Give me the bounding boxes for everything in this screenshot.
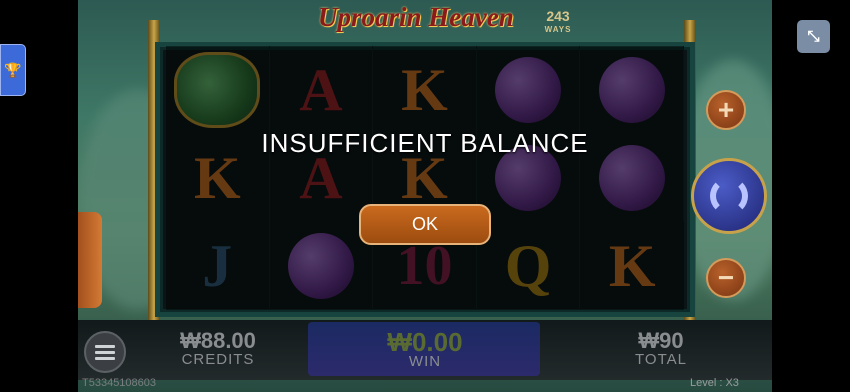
credits-label: CREDITS — [181, 351, 255, 368]
left-expand-tab[interactable] — [78, 212, 102, 308]
credits-value: ₩88.00 — [180, 328, 256, 353]
win-display: ₩0.00 WIN — [365, 327, 485, 370]
credits-display: ₩88.00 CREDITS — [168, 330, 268, 368]
menu-icon — [95, 344, 115, 348]
right-letterbox — [772, 0, 850, 392]
ways-badge: 243 WAYS — [538, 8, 578, 36]
ways-value: 243 — [546, 8, 570, 24]
insufficient-balance-message: INSUFFICIENT BALANCE — [261, 128, 589, 158]
total-display: ₩90 TOTAL — [618, 330, 704, 368]
dialog-dim-overlay — [166, 46, 684, 310]
collapse-icon[interactable]: ⤡ — [797, 20, 830, 53]
level-indicator: Level : X3 — [690, 377, 739, 389]
win-label: WIN — [408, 353, 442, 370]
spin-button[interactable] — [691, 158, 767, 234]
win-value: ₩0.00 — [387, 327, 463, 357]
menu-button[interactable] — [84, 331, 126, 373]
spin-icon — [710, 177, 748, 215]
bet-increase-button[interactable]: + — [706, 90, 746, 130]
menu-icon-line — [95, 350, 115, 354]
trophy-icon[interactable]: 🏆 — [0, 44, 26, 96]
session-id: T53345108603 — [82, 377, 157, 389]
total-label: TOTAL — [635, 351, 687, 368]
bet-decrease-button[interactable]: − — [706, 258, 746, 298]
ways-label: WAYS — [544, 25, 572, 34]
ok-button[interactable]: OK — [359, 204, 491, 245]
menu-icon-line — [95, 356, 115, 360]
total-value: ₩90 — [638, 328, 684, 353]
